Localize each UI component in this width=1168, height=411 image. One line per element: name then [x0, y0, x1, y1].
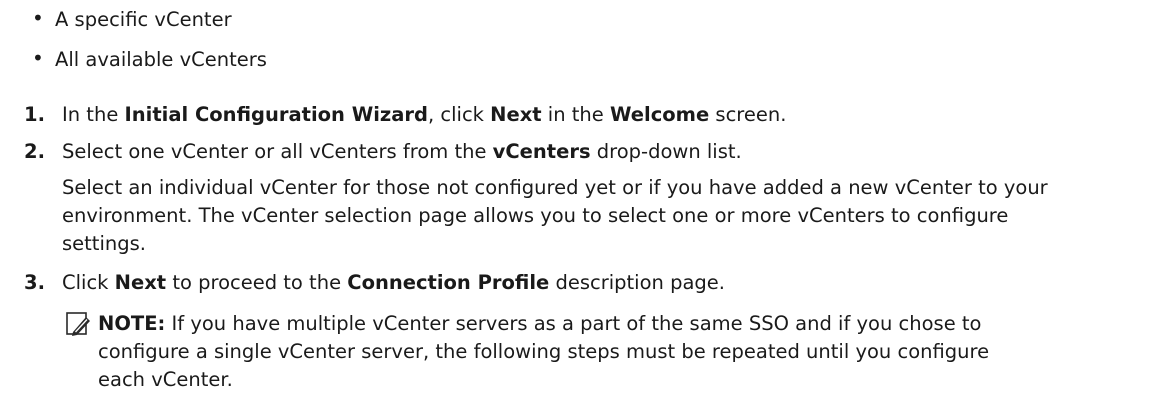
note-label: NOTE: — [98, 312, 166, 335]
step-2-detail-line: Select an individual vCenter for those n… — [62, 176, 1048, 199]
bullet-item-all-vcenters: All available vCenters — [55, 48, 267, 71]
note-line: NOTE: If you have multiple vCenter serve… — [98, 312, 982, 335]
bullet-marker: • — [32, 46, 44, 70]
step-3-text: Click Next to proceed to the Connection … — [62, 271, 725, 294]
pencil-note-icon — [66, 312, 90, 336]
note-line: each vCenter. — [98, 368, 233, 391]
step-1-text: In the Initial Configuration Wizard, cli… — [62, 103, 787, 126]
step-2-detail-line: environment. The vCenter selection page … — [62, 204, 1009, 227]
step-2-text: Select one vCenter or all vCenters from … — [62, 140, 742, 163]
note-line: configure a single vCenter server, the f… — [98, 340, 990, 363]
step-number: 2. — [24, 140, 45, 163]
bullet-item-specific-vcenter: A specific vCenter — [55, 8, 232, 31]
step-number: 1. — [24, 103, 45, 126]
step-2-detail-line: settings. — [62, 232, 146, 255]
bullet-marker: • — [32, 6, 44, 30]
step-number: 3. — [24, 271, 45, 294]
